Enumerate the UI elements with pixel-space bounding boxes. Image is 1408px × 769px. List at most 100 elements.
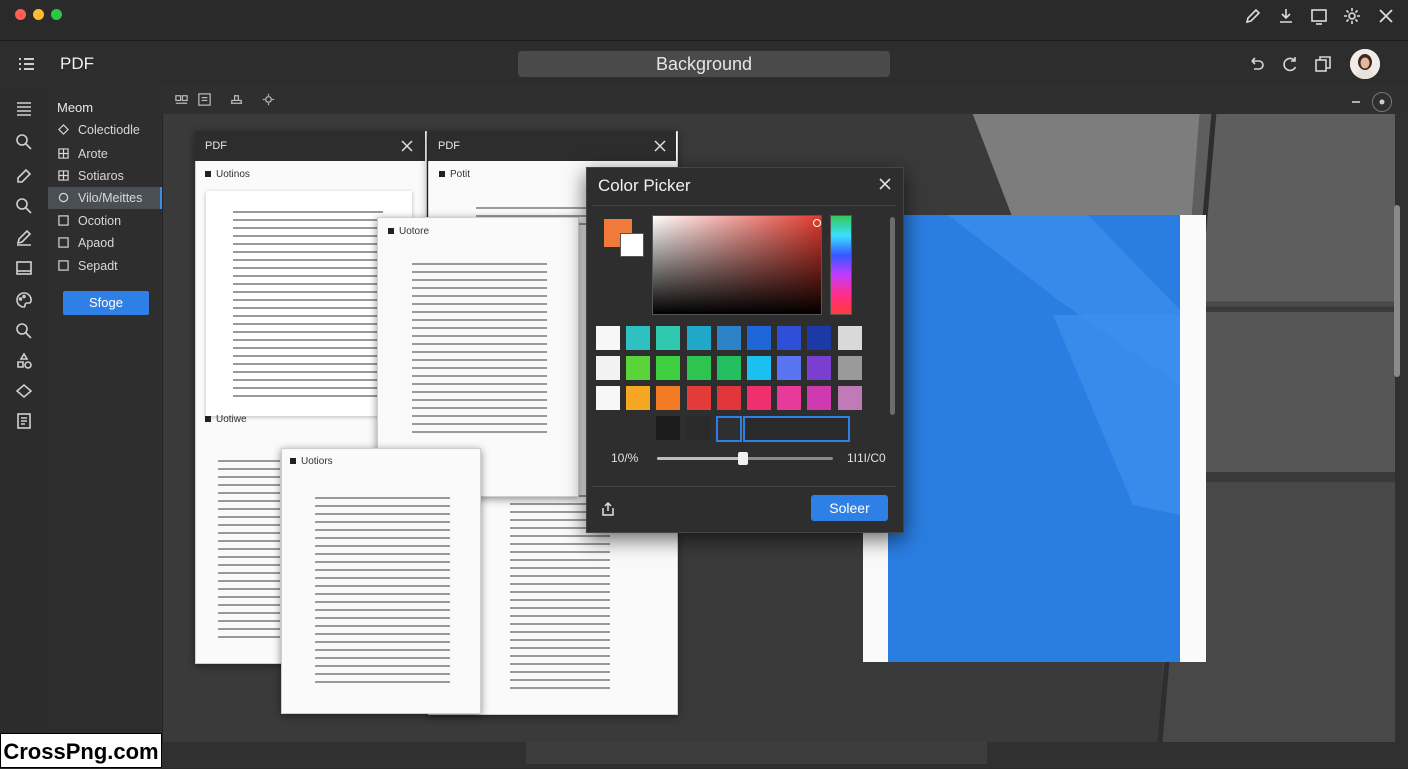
diamond-icon xyxy=(58,124,69,135)
color-swatch[interactable] xyxy=(807,356,831,380)
title-bar xyxy=(0,0,1408,41)
settings-tool-icon[interactable] xyxy=(261,92,277,108)
list-icon[interactable] xyxy=(14,98,36,120)
close-panel-icon[interactable] xyxy=(1372,92,1392,112)
color-swatch[interactable] xyxy=(717,356,741,380)
close-icon[interactable] xyxy=(1376,6,1396,26)
minimize-window-button[interactable] xyxy=(33,9,44,20)
color-cursor[interactable] xyxy=(813,219,821,227)
color-swatch[interactable] xyxy=(687,416,711,440)
image-icon[interactable] xyxy=(14,258,36,280)
gear-icon[interactable] xyxy=(1342,6,1362,26)
minimize-panel-icon[interactable] xyxy=(1350,95,1362,107)
color-swatch[interactable] xyxy=(838,326,862,350)
secondary-color-preview[interactable] xyxy=(620,233,644,257)
menu-item-label: Ocotion xyxy=(78,214,122,228)
tag-icon[interactable] xyxy=(14,381,36,403)
menu-item-apaod[interactable]: Apaod xyxy=(48,232,160,254)
menu-item-arote[interactable]: Arote xyxy=(48,143,160,165)
color-swatch[interactable] xyxy=(747,326,771,350)
menu-item-ocotion[interactable]: Ocotion xyxy=(48,210,160,232)
refresh-icon[interactable] xyxy=(1280,54,1300,74)
color-swatch[interactable] xyxy=(626,326,650,350)
color-swatch[interactable] xyxy=(717,386,741,410)
menu-item-sotiaros[interactable]: Sotiaros xyxy=(48,165,160,187)
undo-icon[interactable] xyxy=(1246,54,1266,74)
soleer-button[interactable]: Soleer xyxy=(811,495,888,521)
color-swatch[interactable] xyxy=(747,386,771,410)
vertical-scrollbar[interactable] xyxy=(1394,205,1400,377)
color-swatch[interactable] xyxy=(838,356,862,380)
menu-icon[interactable] xyxy=(16,54,36,74)
color-swatch[interactable] xyxy=(777,356,801,380)
duplicate-icon[interactable] xyxy=(1313,54,1333,74)
document-icon[interactable] xyxy=(14,411,36,433)
document-label: Uotinos xyxy=(205,169,250,180)
color-swatch[interactable] xyxy=(807,326,831,350)
menu-item-colectiodle[interactable]: Colectiodle xyxy=(48,119,160,141)
color-swatch[interactable] xyxy=(717,326,741,350)
square-icon xyxy=(58,215,69,226)
color-swatch[interactable] xyxy=(656,356,680,380)
search-input[interactable]: Background xyxy=(518,51,890,77)
color-swatch[interactable] xyxy=(687,386,711,410)
frame-tool-icon[interactable] xyxy=(197,92,213,108)
menu-item-sepadt[interactable]: Sepadt xyxy=(48,255,160,277)
menu-item-vilo-meittes[interactable]: Vilo/Meittes xyxy=(48,187,162,209)
color-swatch[interactable] xyxy=(626,386,650,410)
opacity-slider-fill xyxy=(657,457,743,460)
color-swatch[interactable] xyxy=(656,416,680,440)
color-swatch[interactable] xyxy=(596,386,620,410)
avatar[interactable] xyxy=(1350,49,1380,79)
maximize-window-button[interactable] xyxy=(51,9,62,20)
pen-icon[interactable] xyxy=(14,227,36,249)
text-lines xyxy=(315,497,450,689)
find-icon[interactable] xyxy=(14,321,36,343)
document-tab[interactable]: PDF xyxy=(428,131,676,161)
close-icon[interactable] xyxy=(654,140,666,152)
shapes-icon[interactable] xyxy=(14,351,36,373)
export-icon[interactable] xyxy=(599,500,617,518)
close-window-button[interactable] xyxy=(15,9,26,20)
window-icon[interactable] xyxy=(1309,6,1329,26)
saturation-value-field[interactable] xyxy=(652,215,822,315)
stamp-tool-icon[interactable] xyxy=(229,92,245,108)
pencil-icon[interactable] xyxy=(1243,6,1263,26)
opacity-value: 10/% xyxy=(611,451,639,465)
color-swatch[interactable] xyxy=(626,356,650,380)
zoom-icon[interactable] xyxy=(14,196,36,218)
circle-icon xyxy=(58,192,69,203)
color-swatch[interactable] xyxy=(596,326,620,350)
document-label-text: Uotiwe xyxy=(216,414,247,425)
close-icon[interactable] xyxy=(401,140,413,152)
document-tab[interactable]: PDF xyxy=(195,131,425,161)
menu-item-label: Arote xyxy=(78,147,108,161)
color-swatch[interactable] xyxy=(777,326,801,350)
search-icon[interactable] xyxy=(14,132,36,154)
color-swatch[interactable] xyxy=(747,356,771,380)
menu-item-label: Sotiaros xyxy=(78,169,124,183)
eraser-icon[interactable] xyxy=(14,164,36,186)
menu-item-label: Sepadt xyxy=(78,259,118,273)
color-swatch[interactable] xyxy=(687,356,711,380)
opacity-slider-thumb[interactable] xyxy=(738,452,748,465)
divider xyxy=(592,205,896,206)
download-icon[interactable] xyxy=(1276,6,1296,26)
color-swatch[interactable] xyxy=(656,326,680,350)
color-swatch[interactable] xyxy=(687,326,711,350)
color-swatch[interactable] xyxy=(596,356,620,380)
color-swatch[interactable] xyxy=(777,386,801,410)
horizontal-scrollbar[interactable] xyxy=(526,742,987,764)
picker-scrollbar[interactable] xyxy=(890,217,895,415)
sfoge-button[interactable]: Sfoge xyxy=(63,291,149,315)
color-swatch[interactable] xyxy=(838,386,862,410)
palette-icon[interactable] xyxy=(14,290,36,312)
hex-input[interactable] xyxy=(743,416,850,442)
hue-slider[interactable] xyxy=(830,215,852,315)
color-swatch[interactable] xyxy=(807,386,831,410)
select-tool-icon[interactable] xyxy=(174,92,190,108)
text-lines xyxy=(412,263,547,439)
color-picker-title: Color Picker xyxy=(598,176,691,195)
color-swatch[interactable] xyxy=(656,386,680,410)
close-icon[interactable] xyxy=(878,177,892,191)
